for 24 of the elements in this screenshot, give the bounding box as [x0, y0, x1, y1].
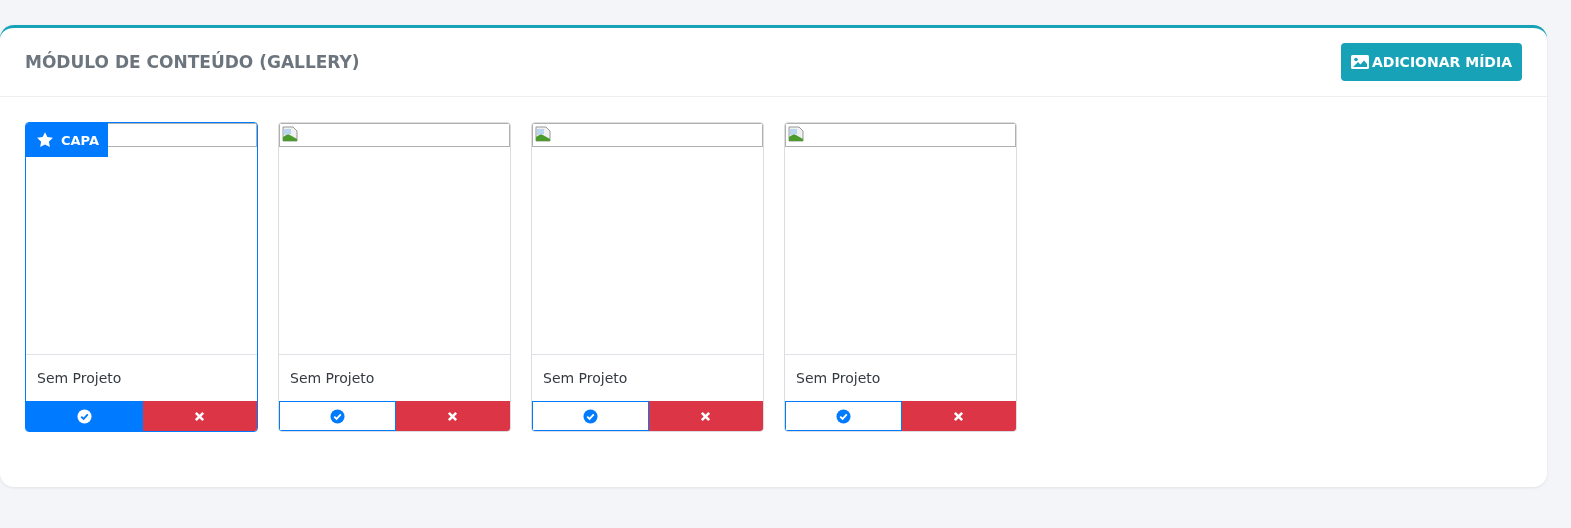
set-cover-button[interactable] — [26, 401, 143, 431]
close-icon — [194, 410, 206, 422]
close-icon — [447, 410, 459, 422]
set-cover-button[interactable] — [532, 401, 649, 431]
check-circle-icon — [835, 408, 851, 424]
star-icon — [36, 131, 54, 149]
panel-title: MÓDULO DE CONTEÚDO (GALLERY) — [25, 52, 360, 72]
media-caption: Sem Projeto — [795, 369, 882, 389]
close-icon — [700, 410, 712, 422]
broken-image-icon — [282, 126, 298, 142]
media-caption: Sem Projeto — [542, 369, 629, 389]
broken-image-icon — [788, 126, 804, 142]
check-circle-icon — [76, 408, 92, 424]
set-cover-button[interactable] — [785, 401, 902, 431]
check-circle-icon — [329, 408, 345, 424]
media-caption: Sem Projeto — [289, 369, 376, 389]
close-icon — [953, 410, 965, 422]
cover-badge: CAPA — [26, 123, 108, 157]
add-media-button[interactable]: ADICIONAR MÍDIA — [1340, 43, 1522, 81]
set-cover-button[interactable] — [279, 401, 396, 431]
check-circle-icon — [582, 408, 598, 424]
broken-image-icon — [535, 126, 551, 142]
image-icon — [1350, 55, 1369, 69]
media-caption: Sem Projeto — [36, 369, 123, 389]
